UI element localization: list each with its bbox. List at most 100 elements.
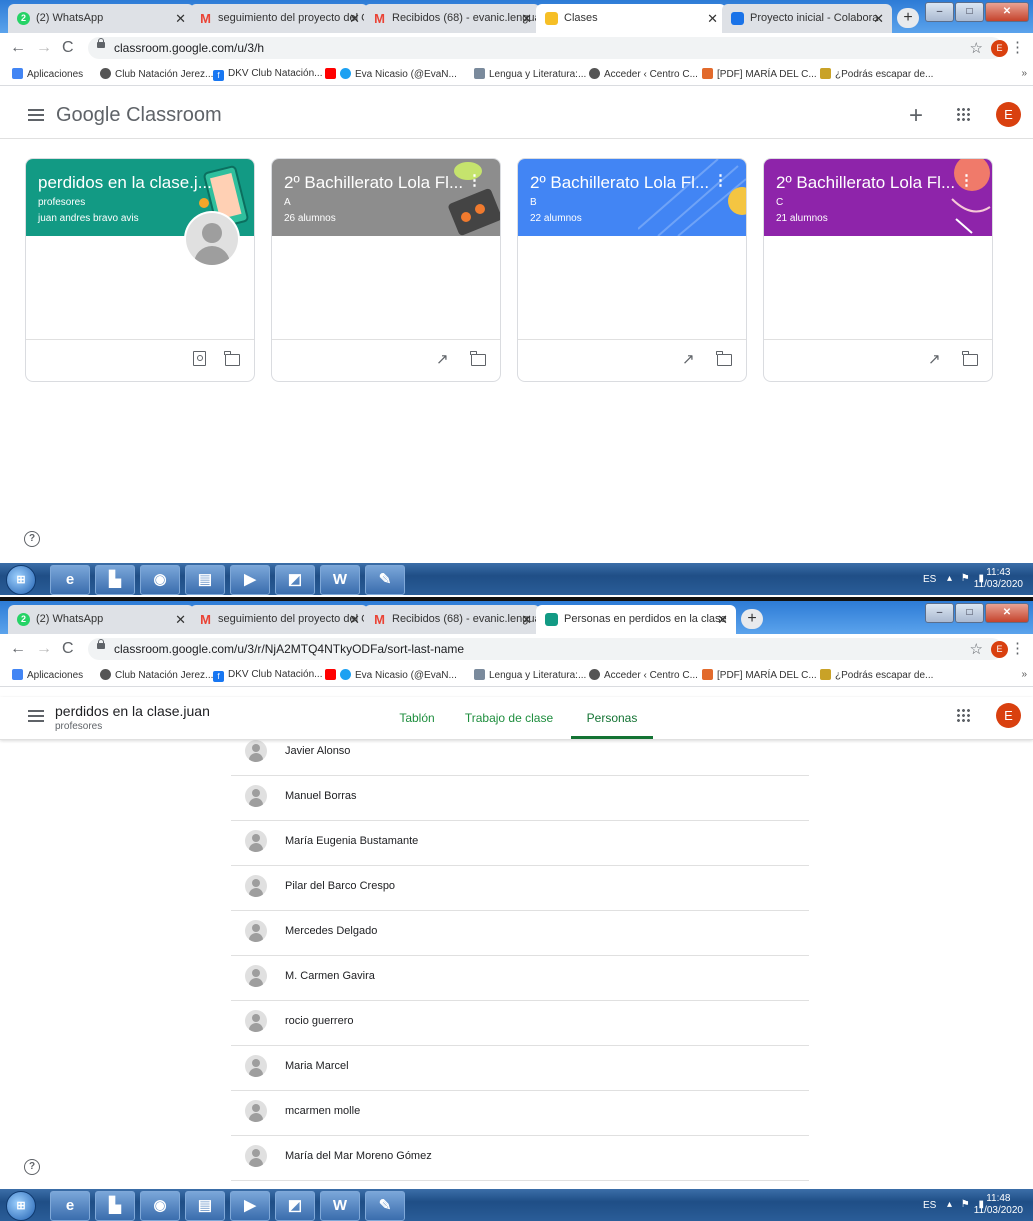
minimize-button[interactable]: – [925, 2, 954, 22]
network-app-icon[interactable]: ▙ [95, 1191, 135, 1221]
person-row[interactable]: M. Carmen Gavira [231, 956, 809, 1001]
close-tab-icon[interactable]: ✕ [349, 612, 360, 628]
class-card-bachillerato-b[interactable]: ⋮ 2º Bachillerato Lola Fl... B 22 alumno… [517, 158, 747, 382]
internet-explorer-icon[interactable]: e [50, 565, 90, 595]
browser-tab-seguimiento[interactable]: M seguimiento del proyecto del G ✕ [190, 4, 368, 33]
bookmark-pdf[interactable]: [PDF] MARÍA DEL C... [702, 669, 817, 681]
start-button[interactable]: ⊞ [6, 565, 36, 595]
bookmark-club-natacion[interactable]: Club Natación Jerez... [100, 68, 213, 80]
language-indicator[interactable]: ES [923, 574, 936, 585]
browser-tab-personas[interactable]: Personas en perdidos en la clase ✕ [536, 605, 736, 634]
person-row[interactable]: María Eugenia Bustamante [231, 821, 809, 866]
url-bar[interactable]: classroom.google.com/u/3/r/NjA2MTQ4NTkyO… [88, 638, 1003, 660]
bookmark-lengua[interactable]: Lengua y Literatura:... [474, 68, 586, 80]
person-row[interactable]: María del Mar Moreno Gómez [231, 1136, 809, 1181]
bookmark-dkv[interactable]: f DKV Club Natación... [213, 68, 323, 81]
apps-grid-icon[interactable] [956, 107, 970, 121]
class-card-title[interactable]: 2º Bachillerato Lola Fl... [530, 173, 709, 193]
forward-icon[interactable]: → [36, 39, 52, 57]
file-explorer-icon[interactable]: ▤ [185, 565, 225, 595]
folder-icon[interactable] [470, 351, 486, 366]
paint-icon[interactable]: ✎ [365, 1191, 405, 1221]
apps-grid-icon[interactable] [956, 708, 970, 722]
media-player-icon[interactable]: ▶ [230, 565, 270, 595]
close-tab-icon[interactable]: ✕ [349, 11, 360, 27]
more-bookmarks-icon[interactable]: » [1021, 68, 1027, 79]
word-icon[interactable]: W [320, 1191, 360, 1221]
language-indicator[interactable]: ES [923, 1200, 936, 1211]
back-icon[interactable]: ← [10, 640, 26, 658]
close-tab-icon[interactable]: ✕ [175, 612, 186, 628]
forward-icon[interactable]: → [36, 640, 52, 658]
class-card-title[interactable]: perdidos en la clase.j... [38, 173, 212, 193]
start-button[interactable]: ⊞ [6, 1191, 36, 1221]
bookmark-apps[interactable]: Aplicaciones [12, 669, 83, 681]
class-name[interactable]: perdidos en la clase.juan [55, 703, 210, 719]
trending-icon[interactable]: ↗ [436, 350, 449, 368]
profile-avatar[interactable]: E [991, 40, 1008, 57]
browser-tab-recibidos[interactable]: M Recibidos (68) - evanic.lengua@ ✕ [364, 605, 540, 634]
tab-trabajo-de-clase[interactable]: Trabajo de clase [458, 697, 560, 739]
network-app-icon[interactable]: ▙ [95, 565, 135, 595]
class-card-options-icon[interactable]: ⋮ [467, 171, 482, 189]
account-avatar[interactable]: E [996, 102, 1021, 127]
trending-icon[interactable]: ↗ [928, 350, 941, 368]
browser-menu-icon[interactable]: ⋮ [1010, 639, 1025, 657]
reload-icon[interactable]: C [62, 640, 74, 658]
student-work-icon[interactable] [193, 351, 206, 366]
app-window-icon[interactable]: ◩ [275, 565, 315, 595]
more-bookmarks-icon[interactable]: » [1021, 669, 1027, 680]
browser-menu-icon[interactable]: ⋮ [1010, 38, 1025, 56]
profile-avatar[interactable]: E [991, 641, 1008, 658]
help-icon[interactable]: ? [24, 1159, 40, 1175]
internet-explorer-icon[interactable]: e [50, 1191, 90, 1221]
word-icon[interactable]: W [320, 565, 360, 595]
bookmark-eva-nicasio[interactable]: Eva Nicasio (@EvaN... [325, 669, 457, 681]
google-classroom-logo[interactable]: Google Classroom [56, 104, 222, 127]
trending-icon[interactable]: ↗ [682, 350, 695, 368]
folder-icon[interactable] [962, 351, 978, 366]
close-tab-icon[interactable]: ✕ [873, 11, 884, 27]
clock[interactable]: 11:48 11/03/2020 [974, 1193, 1023, 1217]
person-row[interactable]: Mercedes Delgado [231, 911, 809, 956]
bookmark-star-icon[interactable]: ☆ [970, 39, 983, 57]
close-window-button[interactable]: ✕ [985, 603, 1029, 623]
person-row[interactable]: rocio guerrero [231, 1001, 809, 1046]
bookmark-podras[interactable]: ¿Podrás escapar de... [820, 68, 933, 80]
class-card-options-icon[interactable]: ⋮ [959, 171, 974, 189]
class-card-perdidos[interactable]: perdidos en la clase.j... profesores jua… [25, 158, 255, 382]
minimize-button[interactable]: – [925, 603, 954, 623]
bookmark-acceder[interactable]: Acceder ‹ Centro C... [589, 669, 698, 681]
person-row[interactable]: Maria Marcel [231, 1046, 809, 1091]
browser-tab-seguimiento[interactable]: M seguimiento del proyecto del GT ✕ [190, 605, 368, 634]
close-window-button[interactable]: ✕ [985, 2, 1029, 22]
close-tab-icon[interactable]: ✕ [707, 11, 718, 27]
close-tab-icon[interactable]: ✕ [521, 612, 532, 628]
maximize-button[interactable]: □ [955, 603, 984, 623]
maximize-button[interactable]: □ [955, 2, 984, 22]
app-window-icon[interactable]: ◩ [275, 1191, 315, 1221]
bookmark-club-natacion[interactable]: Club Natación Jerez... [100, 669, 213, 681]
tab-personas[interactable]: Personas [571, 697, 653, 739]
person-row[interactable]: Manuel Borras [231, 776, 809, 821]
close-tab-icon[interactable]: ✕ [521, 11, 532, 27]
file-explorer-icon[interactable]: ▤ [185, 1191, 225, 1221]
class-card-options-icon[interactable]: ⋮ [713, 171, 728, 189]
browser-tab-whatsapp[interactable]: 2 (2) WhatsApp ✕ [8, 4, 194, 33]
browser-tab-clases[interactable]: Clases ✕ [536, 4, 726, 33]
bookmark-dkv[interactable]: f DKV Club Natación... [213, 669, 323, 682]
bookmark-acceder[interactable]: Acceder ‹ Centro C... [589, 68, 698, 80]
account-avatar[interactable]: E [996, 703, 1021, 728]
url-bar[interactable]: classroom.google.com/u/3/h [88, 37, 1003, 59]
chrome-icon[interactable]: ◉ [140, 1191, 180, 1221]
class-card-bachillerato-a[interactable]: ⋮ 2º Bachillerato Lola Fl... A 26 alumno… [271, 158, 501, 382]
class-card-title[interactable]: 2º Bachillerato Lola Fl... [776, 173, 955, 193]
close-tab-icon[interactable]: ✕ [717, 612, 728, 628]
browser-tab-whatsapp[interactable]: 2 (2) WhatsApp ✕ [8, 605, 194, 634]
bookmark-podras[interactable]: ¿Podrás escapar de... [820, 669, 933, 681]
menu-icon[interactable] [28, 109, 44, 121]
tab-tablon[interactable]: Tablón [385, 697, 449, 739]
reload-icon[interactable]: C [62, 39, 74, 57]
browser-tab-recibidos[interactable]: M Recibidos (68) - evanic.lengua@ ✕ [364, 4, 540, 33]
paint-icon[interactable]: ✎ [365, 565, 405, 595]
